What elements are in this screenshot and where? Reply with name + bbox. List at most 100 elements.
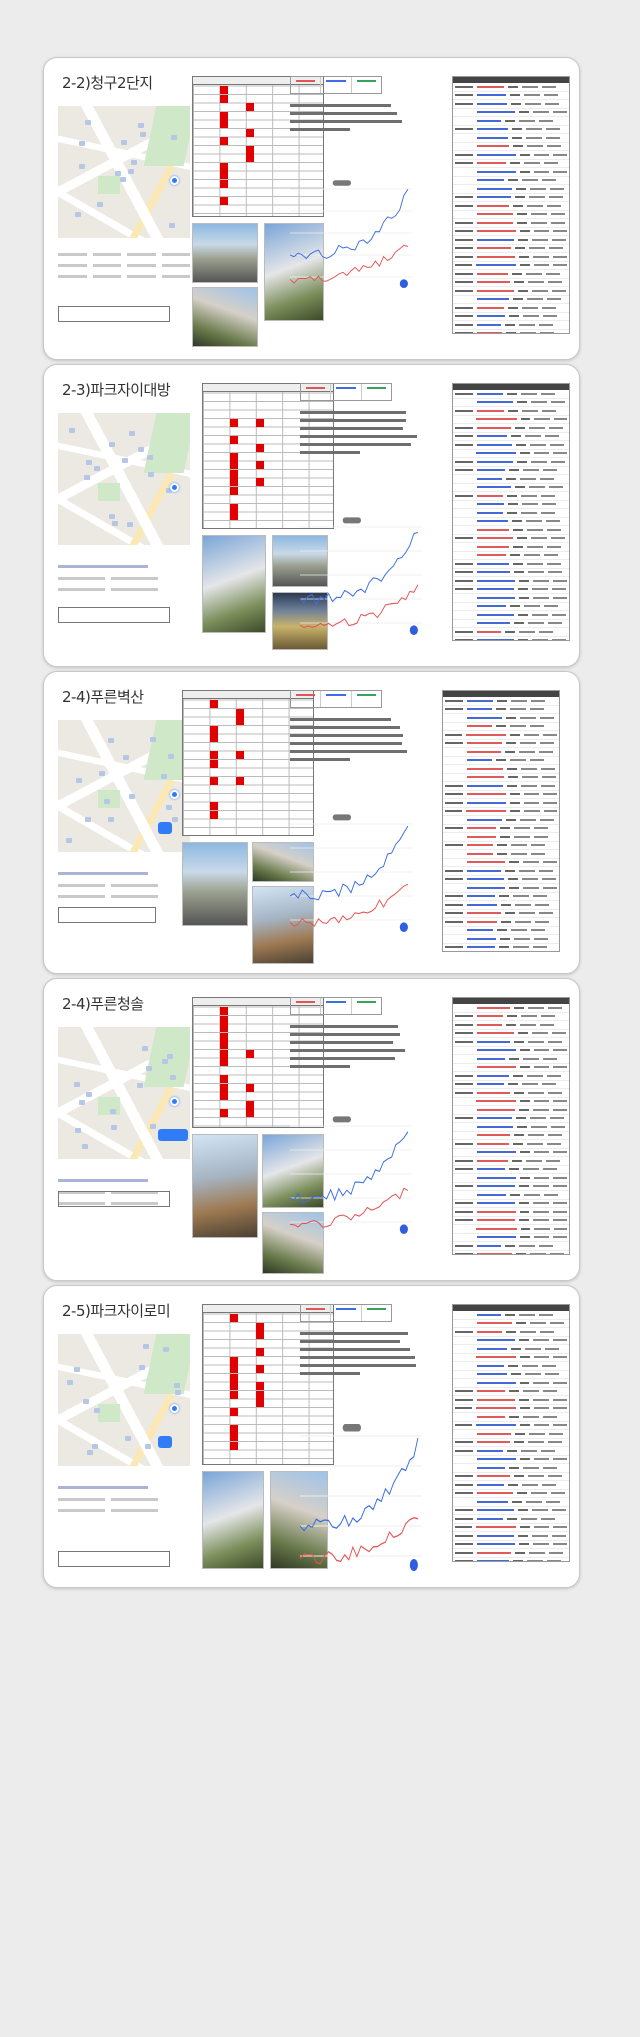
cell bbox=[519, 323, 536, 326]
price-trend-chart[interactable] bbox=[290, 812, 412, 932]
cell bbox=[476, 452, 517, 455]
cell bbox=[517, 401, 528, 404]
cell bbox=[520, 1517, 537, 1520]
cell bbox=[545, 1159, 560, 1162]
slide-card[interactable]: 2-2)청구2단지 bbox=[43, 57, 580, 360]
table-row bbox=[453, 1004, 569, 1013]
transaction-table[interactable] bbox=[452, 997, 570, 1255]
info-cell bbox=[58, 1498, 105, 1501]
cell bbox=[513, 1441, 524, 1444]
cell bbox=[543, 1168, 558, 1171]
slide-card[interactable]: 2-4)푸른청솔 bbox=[43, 978, 580, 1281]
highlight-cell bbox=[236, 751, 245, 759]
cell bbox=[545, 102, 560, 105]
text-line bbox=[290, 1033, 401, 1036]
cell bbox=[508, 409, 518, 412]
apartment-photo[interactable] bbox=[202, 535, 266, 633]
cell bbox=[455, 469, 473, 472]
table-row bbox=[453, 560, 569, 569]
location-pin-icon[interactable] bbox=[170, 1097, 179, 1106]
location-map[interactable] bbox=[58, 1334, 190, 1466]
transaction-table[interactable] bbox=[452, 1304, 570, 1562]
cell bbox=[476, 264, 517, 267]
apartment-photo[interactable] bbox=[182, 842, 248, 926]
text-line bbox=[290, 1025, 398, 1028]
cell bbox=[534, 264, 550, 267]
location-pin-icon[interactable] bbox=[170, 483, 179, 492]
cell bbox=[552, 596, 567, 599]
cell bbox=[477, 179, 505, 182]
cell bbox=[552, 1185, 567, 1188]
cell bbox=[477, 1057, 505, 1060]
cell bbox=[542, 1466, 557, 1469]
highlight-cell bbox=[256, 418, 265, 427]
table-row bbox=[453, 1439, 569, 1447]
slide-card[interactable]: 2-5)파크자이로미 bbox=[43, 1285, 580, 1588]
price-trend-chart[interactable] bbox=[290, 1114, 412, 1234]
table-row bbox=[453, 492, 569, 501]
trend-chart-svg bbox=[290, 180, 412, 288]
highlight-cell bbox=[229, 469, 238, 478]
price-trend-chart[interactable] bbox=[290, 178, 412, 288]
cell bbox=[477, 1142, 509, 1145]
location-map[interactable] bbox=[58, 1027, 190, 1159]
apartment-photo[interactable] bbox=[192, 287, 258, 347]
location-map[interactable] bbox=[58, 720, 190, 852]
cell bbox=[553, 170, 567, 173]
cell bbox=[547, 1441, 562, 1444]
cell bbox=[510, 605, 521, 608]
legend-item bbox=[331, 384, 362, 400]
location-map[interactable] bbox=[58, 413, 190, 545]
cell bbox=[512, 272, 523, 275]
apartment-photo[interactable] bbox=[192, 1134, 258, 1238]
cell bbox=[477, 85, 504, 88]
cell bbox=[548, 486, 563, 489]
cell bbox=[543, 886, 557, 889]
apartment-photo[interactable] bbox=[192, 223, 258, 283]
apartment-photo[interactable] bbox=[202, 1471, 264, 1569]
cell bbox=[467, 869, 501, 872]
cell bbox=[520, 1227, 531, 1230]
cell bbox=[455, 238, 473, 241]
building-marker bbox=[171, 135, 178, 141]
cell bbox=[455, 1390, 473, 1393]
location-map[interactable] bbox=[58, 106, 190, 238]
highlight-cell bbox=[229, 461, 238, 469]
price-trend-chart[interactable] bbox=[300, 1421, 422, 1571]
cell bbox=[547, 145, 562, 148]
text-line bbox=[290, 734, 403, 737]
cell bbox=[523, 554, 540, 557]
table-row bbox=[443, 927, 559, 935]
legend-item bbox=[352, 691, 381, 707]
cell bbox=[520, 742, 537, 745]
transaction-table[interactable] bbox=[442, 690, 560, 952]
transaction-table[interactable] bbox=[452, 383, 570, 641]
highlight-cell bbox=[256, 444, 265, 452]
cell bbox=[455, 639, 473, 640]
location-pin-icon[interactable] bbox=[170, 790, 179, 799]
transaction-table[interactable] bbox=[452, 76, 570, 334]
cell bbox=[533, 827, 548, 830]
slide-card[interactable]: 2-4)푸른벽산 bbox=[43, 671, 580, 974]
cell bbox=[477, 1364, 504, 1367]
table-row bbox=[453, 390, 569, 399]
cell bbox=[507, 511, 518, 514]
cell bbox=[513, 571, 524, 574]
cell bbox=[527, 1006, 544, 1009]
building-marker bbox=[93, 1408, 100, 1414]
location-pin-icon[interactable] bbox=[170, 176, 179, 185]
cell bbox=[513, 1475, 524, 1478]
price-trend-chart[interactable] bbox=[300, 515, 422, 635]
building-marker bbox=[114, 170, 121, 176]
cell bbox=[515, 920, 532, 923]
table-row bbox=[443, 910, 559, 918]
cell bbox=[520, 264, 531, 267]
cell bbox=[546, 520, 561, 523]
cell bbox=[553, 1108, 567, 1111]
cell bbox=[553, 230, 567, 233]
table-row bbox=[453, 1524, 569, 1532]
location-pin-icon[interactable] bbox=[170, 1404, 179, 1413]
slide-card[interactable]: 2-3)파크자이대방 bbox=[43, 364, 580, 667]
cell bbox=[477, 1083, 504, 1086]
cell bbox=[455, 306, 473, 309]
